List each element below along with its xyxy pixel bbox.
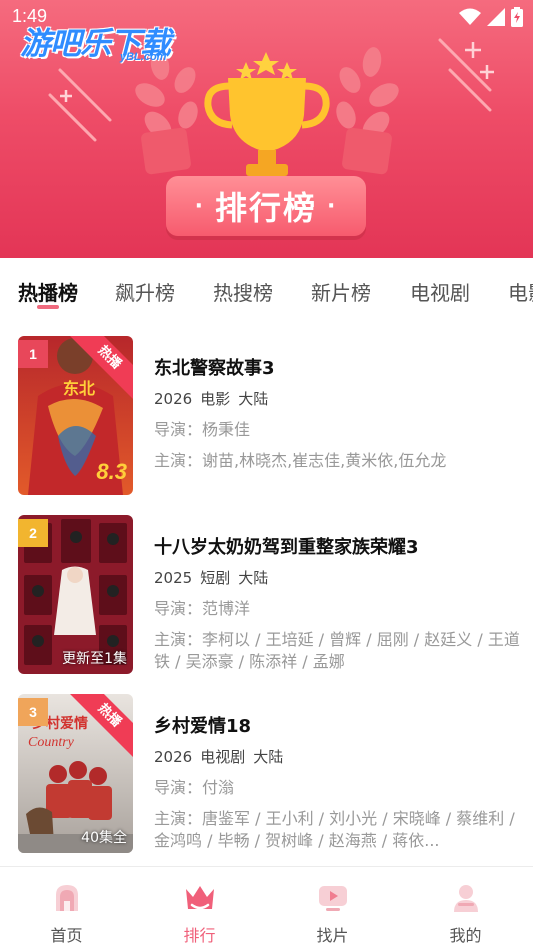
list-item[interactable]: 东北 1 热播 8.3 东北警察故事3 2026 电影 大陆 导演：杨秉佳 主演：谢… <box>0 320 533 495</box>
nav-find-video[interactable]: 找片 <box>266 867 399 948</box>
item-director: 导演：范博洋 <box>154 599 251 618</box>
active-tab-indicator <box>37 305 59 309</box>
item-info: 东北警察故事3 2026 电影 大陆 导演：杨秉佳 主演：谢苗,林晓杰,崔志佳,黄米… <box>154 356 524 472</box>
svg-text:东北: 东北 <box>63 379 95 398</box>
item-info: 十八岁太奶奶驾到重整家族荣耀3 2025 短剧 大陆 导演：范博洋 主演：李柯以 /… <box>154 535 524 673</box>
item-meta: 2026 电影 大陆 <box>154 388 524 410</box>
logo-subtext: yBL.com <box>120 51 167 63</box>
status-time: 1:49 <box>12 6 48 26</box>
item-region: 大陆 <box>238 390 269 408</box>
item-title[interactable]: 十八岁太奶奶驾到重整家族荣耀3 <box>154 535 524 561</box>
item-title[interactable]: 东北警察故事3 <box>154 356 524 382</box>
user-icon <box>453 885 478 912</box>
banner-title-plate: · 排行榜 · <box>166 176 366 236</box>
item-info: 乡村爱情18 2026 电视剧 大陆 导演：付滃 主演：唐鉴军 / 王小利 / 刘小… <box>154 714 524 852</box>
tab-movie[interactable]: 电影 <box>508 277 533 306</box>
rank-badge: 1 <box>18 340 48 368</box>
home-icon <box>55 885 78 911</box>
signal-icon <box>487 8 505 26</box>
poster-caption: 更新至1集 <box>62 651 127 667</box>
poster-thumbnail[interactable]: 乡村爱情 Country 3 热播 40集全 <box>18 694 133 853</box>
nav-profile[interactable]: 我的 <box>399 867 532 948</box>
tab-tv-series[interactable]: 电视剧 <box>410 277 470 306</box>
ranking-tabs: 热播榜 飙升榜 热搜榜 新片榜 电视剧 电影 <box>0 258 533 318</box>
item-year: 2026 <box>154 390 193 408</box>
poster-thumbnail[interactable]: 东北 1 热播 8.3 <box>18 336 133 495</box>
poster-score: 8.3 <box>96 459 127 484</box>
item-cast: 主演：唐鉴军 / 王小利 / 刘小光 / 宋晓峰 / 蔡维利 / 金鸿鸣 / 毕… <box>154 809 515 850</box>
nav-home-label: 首页 <box>50 926 83 945</box>
rank-badge: 2 <box>18 519 48 547</box>
nav-home[interactable]: 首页 <box>0 867 133 948</box>
item-cast: 主演：李柯以 / 王培延 / 曾辉 / 屈刚 / 赵廷义 / 王道铁 / 吴添豪… <box>154 630 520 671</box>
item-type: 电影 <box>200 390 231 408</box>
item-director: 导演：付滃 <box>154 778 235 797</box>
item-region: 大陆 <box>253 748 284 766</box>
item-region: 大陆 <box>238 569 269 587</box>
tab-new-release[interactable]: 新片榜 <box>311 277 371 306</box>
item-year: 2025 <box>154 569 193 587</box>
bottom-nav: 首页 排行 找片 我的 <box>0 866 533 948</box>
nav-profile-label: 我的 <box>449 926 482 945</box>
banner-title: 排行榜 <box>214 189 317 227</box>
item-cast: 主演：谢苗,林晓杰,崔志佳,黄米依,伍允龙 <box>154 451 447 470</box>
item-director: 导演：杨秉佳 <box>154 420 251 439</box>
nav-find-video-label: 找片 <box>316 926 349 945</box>
tab-hot-play[interactable]: 热播榜 <box>18 277 78 306</box>
status-bar: 1:49 <box>0 0 533 36</box>
tab-hot-search[interactable]: 热搜榜 <box>213 277 273 306</box>
list-item[interactable]: 2 更新至1集 十八岁太奶奶驾到重整家族荣耀3 2025 短剧 大陆 导演：范博洋 … <box>0 499 533 674</box>
battery-icon <box>511 7 523 27</box>
tab-rising[interactable]: 飙升榜 <box>115 277 175 306</box>
item-title[interactable]: 乡村爱情18 <box>154 714 524 740</box>
poster-thumbnail[interactable]: 2 更新至1集 <box>18 515 133 674</box>
nav-ranking[interactable]: 排行 <box>133 867 266 948</box>
rank-badge: 3 <box>18 698 48 726</box>
svg-text:Country: Country <box>28 735 75 750</box>
wifi-icon <box>459 8 481 25</box>
video-icon <box>318 886 347 911</box>
item-meta: 2025 短剧 大陆 <box>154 567 524 589</box>
item-type: 电视剧 <box>200 748 246 766</box>
item-type: 短剧 <box>200 569 231 587</box>
header-banner: 1:49 游吧乐下载 yBL.com · 排行榜 · <box>0 0 533 258</box>
nav-ranking-label: 排行 <box>183 926 216 945</box>
poster-caption: 40集全 <box>81 830 127 846</box>
item-year: 2026 <box>154 748 193 766</box>
item-meta: 2026 电视剧 大陆 <box>154 746 524 768</box>
crown-icon <box>185 886 214 910</box>
list-item[interactable]: 乡村爱情 Country 3 热播 40集全 乡村爱情18 2026 电视剧 大陆 … <box>0 678 533 853</box>
